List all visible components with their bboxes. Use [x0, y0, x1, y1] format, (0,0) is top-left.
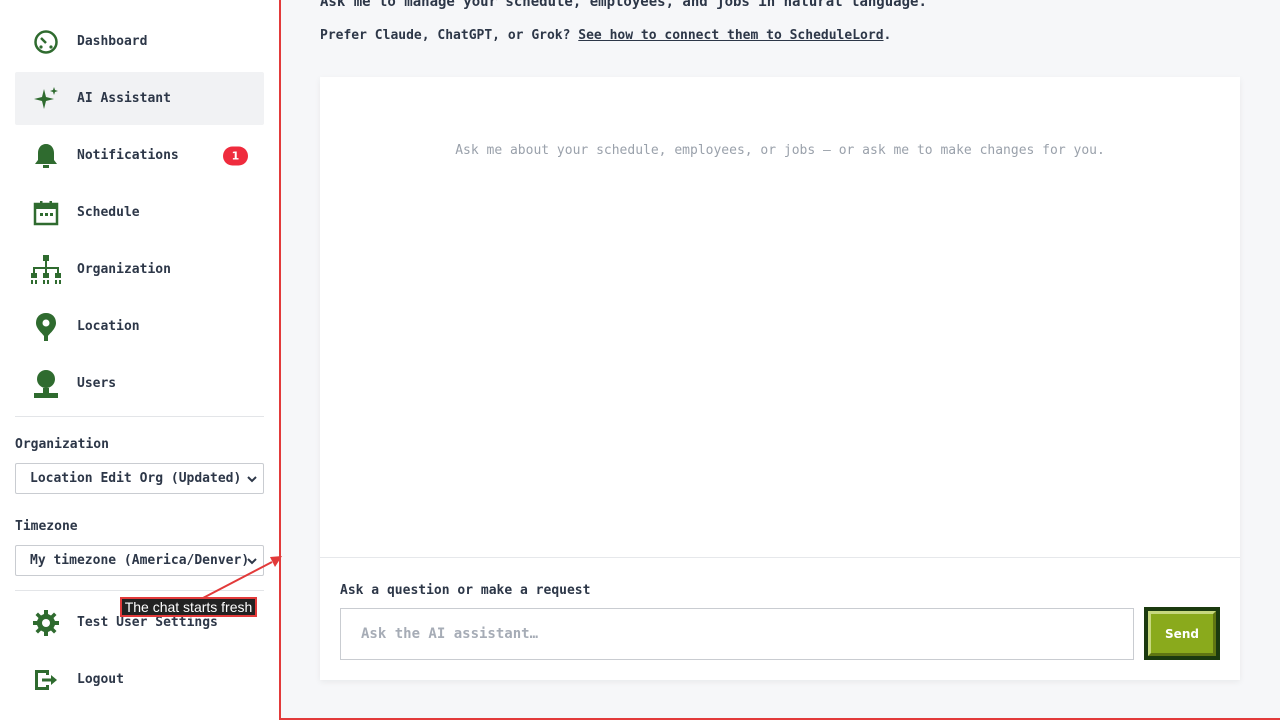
- sidebar-item-users[interactable]: Users: [15, 357, 264, 410]
- sidebar-item-label: Logout: [77, 672, 124, 687]
- send-button[interactable]: Send: [1148, 611, 1216, 656]
- organization-select-value: Location Edit Org (Updated): [30, 471, 242, 486]
- sidebar-item-notifications[interactable]: Notifications 1: [15, 129, 264, 182]
- sidebar-item-logout[interactable]: Logout: [15, 653, 264, 706]
- sidebar-item-dashboard[interactable]: Dashboard: [15, 15, 264, 68]
- org-chart-icon: [30, 254, 62, 286]
- sidebar-item-label: Schedule: [77, 205, 140, 220]
- composer-divider: [320, 557, 1240, 558]
- sidebar-item-label: Dashboard: [77, 34, 148, 49]
- organization-select[interactable]: Location Edit Org (Updated): [15, 463, 264, 494]
- user-icon: [30, 368, 62, 400]
- sidebar-item-schedule[interactable]: Schedule: [15, 186, 264, 239]
- bell-icon: [30, 140, 62, 172]
- sidebar-divider: [15, 416, 264, 417]
- sidebar-item-ai-assistant[interactable]: AI Assistant: [15, 72, 264, 125]
- logout-icon: [30, 664, 62, 696]
- timezone-select-value: My timezone (America/Denver): [30, 553, 250, 568]
- map-pin-icon: [30, 311, 62, 343]
- sidebar-item-label: AI Assistant: [77, 91, 171, 106]
- sidebar-item-label: Location: [77, 319, 140, 334]
- sidebar-item-label: Users: [77, 376, 117, 391]
- gear-icon: [30, 607, 62, 639]
- page-intro: Ask me to manage your schedule, employee…: [320, 0, 927, 10]
- chevron-down-icon: [245, 554, 259, 572]
- annotation-label: The chat starts fresh: [120, 597, 257, 617]
- chat-input[interactable]: [340, 608, 1134, 660]
- organization-label: Organization: [15, 437, 109, 452]
- connect-hint-suffix: .: [883, 28, 892, 43]
- sidebar-item-label: Organization: [77, 262, 171, 277]
- sidebar-item-location[interactable]: Location: [15, 300, 264, 353]
- dashboard-gauge-icon: [30, 26, 62, 58]
- connect-hint-prefix: Prefer Claude, ChatGPT, or Grok?: [320, 28, 579, 43]
- sidebar-item-label: Notifications: [77, 148, 179, 163]
- chevron-down-icon: [245, 472, 259, 490]
- chat-input-label: Ask a question or make a request: [340, 583, 591, 598]
- connect-guide-link[interactable]: See how to connect them to ScheduleLord: [578, 28, 883, 43]
- send-button-frame: Send: [1144, 607, 1220, 660]
- sidebar-item-label: Test User Settings: [77, 615, 218, 630]
- notification-count-badge: 1: [223, 146, 248, 165]
- timezone-select[interactable]: My timezone (America/Denver): [15, 545, 264, 576]
- chat-empty-message: Ask me about your schedule, employees, o…: [455, 143, 1105, 158]
- sparkle-icon: [30, 83, 62, 115]
- timezone-label: Timezone: [15, 519, 78, 534]
- sidebar-item-organization[interactable]: Organization: [15, 243, 264, 296]
- chat-panel: Ask me about your schedule, employees, o…: [320, 77, 1240, 680]
- calendar-icon: [30, 197, 62, 229]
- sidebar-divider: [15, 590, 264, 591]
- connect-hint: Prefer Claude, ChatGPT, or Grok? See how…: [320, 28, 891, 43]
